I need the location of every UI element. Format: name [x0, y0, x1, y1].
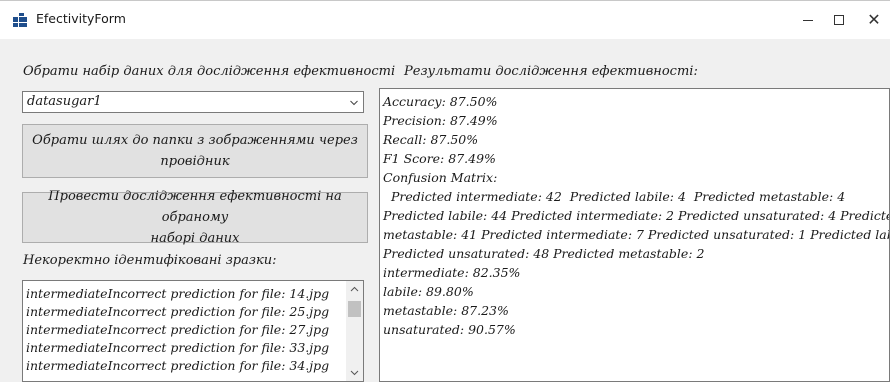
results-label: Результати дослідження ефективності:	[404, 64, 698, 79]
close-button[interactable]: ✕	[858, 1, 890, 39]
result-line: intermediate: 82.35%	[383, 265, 521, 280]
incorrect-samples-label: Некоректно ідентифіковані зразки:	[23, 253, 277, 268]
result-line: unsaturated: 90.57%	[383, 322, 516, 337]
result-line: Confusion Matrix:	[383, 170, 498, 185]
list-item[interactable]: intermediateIncorrect prediction for fil…	[26, 286, 329, 301]
list-item[interactable]: intermediateIncorrect prediction for fil…	[26, 358, 329, 373]
maximize-icon	[834, 15, 844, 25]
result-line: Recall: 87.50%	[383, 132, 479, 147]
app-grid-icon	[13, 13, 27, 27]
result-line: Precision: 87.49%	[383, 113, 498, 128]
run-evaluation-button-label: Провести дослідження ефективності на обр…	[48, 189, 342, 246]
dataset-label: Обрати набір даних для дослідження ефект…	[23, 64, 396, 79]
result-line: labile: 89.80%	[383, 284, 474, 299]
list-item[interactable]: intermediateIncorrect prediction for fil…	[26, 304, 329, 319]
chevron-down-icon[interactable]	[350, 99, 358, 107]
close-icon: ✕	[867, 10, 881, 29]
result-line: metastable: 87.23%	[383, 303, 509, 318]
list-item[interactable]: intermediateIncorrect prediction for fil…	[26, 340, 329, 355]
chevron-down-icon[interactable]	[350, 368, 359, 377]
result-line: Predicted labile: 44 Predicted intermedi…	[383, 208, 890, 223]
list-item[interactable]: intermediateIncorrect prediction for fil…	[26, 322, 329, 337]
chevron-up-icon[interactable]	[350, 285, 359, 294]
browse-folder-button[interactable]: Обрати шлях до папки з зображеннями чере…	[22, 124, 368, 178]
run-evaluation-button[interactable]: Провести дослідження ефективності на обр…	[22, 189, 368, 246]
incorrect-samples-list[interactable]: intermediateIncorrect prediction for fil…	[22, 280, 364, 382]
result-line: Predicted unsaturated: 48 Predicted meta…	[383, 246, 705, 261]
result-line: F1 Score: 87.49%	[383, 151, 496, 166]
result-line: Predicted intermediate: 42 Predicted lab…	[383, 189, 846, 204]
results-textbox[interactable]: Accuracy: 87.50% Precision: 87.49% Recal…	[379, 88, 890, 382]
window-title: EfectivityForm	[36, 11, 126, 26]
maximize-button[interactable]	[816, 1, 862, 39]
title-bar[interactable]: EfectivityForm	[0, 1, 890, 39]
result-line: metastable: 41 Predicted intermediate: 7…	[383, 227, 890, 242]
dataset-select-value: datasugar1	[27, 94, 102, 109]
minimize-icon	[803, 19, 813, 21]
scrollbar-thumb[interactable]	[348, 301, 361, 317]
dataset-select[interactable]: datasugar1	[22, 91, 364, 113]
result-line: Accuracy: 87.50%	[383, 94, 498, 109]
list-scrollbar[interactable]	[346, 281, 363, 381]
browse-folder-button-label: Обрати шлях до папки з зображеннями чере…	[32, 133, 358, 169]
